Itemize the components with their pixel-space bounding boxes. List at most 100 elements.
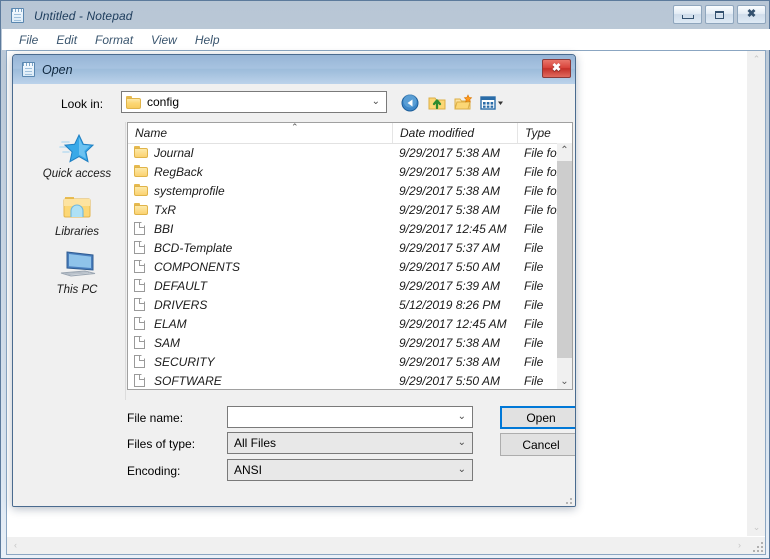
table-row[interactable]: SAM 9/29/2017 5:38 AM File	[128, 333, 557, 352]
dialog-close-button[interactable]: ✖	[542, 59, 571, 78]
column-header-date-modified[interactable]: Date modified	[392, 123, 517, 143]
look-in-combobox[interactable]: config ⌄	[121, 91, 387, 113]
file-rows: Journal 9/29/2017 5:38 AM File fol RegBack 9…	[128, 143, 557, 389]
files-of-type-combobox[interactable]: All Files ⌄	[227, 432, 473, 454]
chevron-down-icon[interactable]: ⌄	[372, 97, 380, 107]
folder-icon	[134, 164, 148, 179]
cancel-button[interactable]: Cancel	[500, 433, 575, 456]
notepad-icon	[11, 7, 27, 24]
close-icon: ✖	[746, 8, 757, 20]
dialog-resize-grip[interactable]	[562, 494, 572, 504]
new-folder-icon[interactable]	[453, 93, 473, 113]
table-row[interactable]: SOFTWARE 9/29/2017 5:50 AM File	[128, 371, 557, 389]
chevron-down-icon[interactable]: ⌄	[458, 465, 466, 475]
cell-date-modified: 9/29/2017 5:38 AM	[399, 145, 500, 160]
cell-date-modified: 9/29/2017 5:38 AM	[399, 183, 500, 198]
cell-name: DEFAULT	[134, 278, 394, 293]
maximize-button[interactable]	[705, 5, 734, 24]
dialog-toolbar	[401, 91, 503, 115]
table-row[interactable]: ELAM 9/29/2017 12:45 AM File	[128, 314, 557, 333]
cell-date-modified: 9/29/2017 12:45 AM	[399, 316, 507, 331]
file-name: SOFTWARE	[154, 373, 222, 388]
place-item-this-pc[interactable]: This PC	[29, 248, 125, 296]
place-item-quick-access[interactable]: Quick access	[29, 132, 125, 180]
cell-type: File	[524, 297, 544, 312]
table-row[interactable]: RegBack 9/29/2017 5:38 AM File fol	[128, 162, 557, 181]
chevron-down-icon[interactable]: ⌄	[458, 438, 466, 448]
file-list-vertical-scrollbar[interactable]: ⌃ ⌄	[557, 143, 572, 389]
scroll-down-icon[interactable]: ⌄	[557, 377, 572, 387]
menu-item-view[interactable]: View	[142, 31, 186, 49]
encoding-label: Encoding:	[127, 464, 181, 478]
look-in-row: Look in: config ⌄	[13, 90, 575, 118]
notepad-vertical-scrollbar[interactable]: ⌃ ⌄	[747, 51, 765, 536]
file-name-label: File name:	[127, 411, 184, 425]
close-button[interactable]: ✖	[737, 5, 766, 24]
file-name: ELAM	[154, 316, 187, 331]
dialog-title: Open	[42, 62, 73, 77]
table-row[interactable]: SECURITY 9/29/2017 5:38 AM File	[128, 352, 557, 371]
place-item-libraries[interactable]: Libraries	[29, 190, 125, 238]
minimize-button[interactable]	[673, 5, 702, 24]
table-row[interactable]: BBI 9/29/2017 12:45 AM File	[128, 219, 557, 238]
scroll-down-icon[interactable]: ⌄	[748, 523, 765, 532]
notepad-titlebar[interactable]: Untitled - Notepad	[2, 2, 770, 29]
scroll-left-icon[interactable]: ‹	[7, 541, 24, 550]
table-row[interactable]: DEFAULT 9/29/2017 5:39 AM File	[128, 276, 557, 295]
file-list[interactable]: Name ⌃ Date modified Type Journal 9/29/20…	[127, 122, 573, 390]
cell-type: File	[524, 335, 544, 350]
sort-ascending-icon: ⌃	[291, 122, 299, 132]
notepad-horizontal-scrollbar[interactable]: ‹ ›	[7, 537, 748, 554]
this-pc-monitor-icon	[29, 248, 125, 282]
cell-type: File fol	[524, 164, 557, 179]
file-name: RegBack	[154, 164, 203, 179]
files-of-type-label: Files of type:	[127, 437, 196, 451]
dialog-titlebar[interactable]: Open	[13, 55, 575, 85]
table-row[interactable]: TxR 9/29/2017 5:38 AM File fol	[128, 200, 557, 219]
menu-item-edit[interactable]: Edit	[47, 31, 86, 49]
file-icon	[134, 240, 148, 255]
window-title: Untitled - Notepad	[34, 8, 133, 23]
files-of-type-value: All Files	[234, 436, 277, 450]
window-controls: ✖	[673, 5, 766, 24]
cell-name: Journal	[134, 145, 394, 160]
open-button[interactable]: Open	[500, 406, 575, 429]
encoding-combobox[interactable]: ANSI ⌄	[227, 459, 473, 481]
menu-item-help[interactable]: Help	[186, 31, 229, 49]
place-label: Quick access	[42, 168, 112, 180]
cell-type: File	[524, 259, 544, 274]
file-name: SECURITY	[154, 354, 215, 369]
back-icon[interactable]	[401, 93, 421, 113]
column-header-name[interactable]: Name	[128, 123, 392, 143]
encoding-value: ANSI	[234, 463, 263, 477]
cell-date-modified: 9/29/2017 5:50 AM	[399, 259, 500, 274]
up-one-level-icon[interactable]	[427, 93, 447, 113]
place-label: Libraries	[54, 226, 100, 238]
scroll-up-icon[interactable]: ⌃	[557, 146, 572, 156]
table-row[interactable]: Journal 9/29/2017 5:38 AM File fol	[128, 143, 557, 162]
file-name: systemprofile	[154, 183, 225, 198]
table-row[interactable]: BCD-Template 9/29/2017 5:37 AM File	[128, 238, 557, 257]
views-icon[interactable]	[479, 93, 505, 113]
file-icon	[134, 316, 148, 331]
close-icon: ✖	[551, 62, 562, 74]
table-row[interactable]: DRIVERS 5/12/2019 8:26 PM File	[128, 295, 557, 314]
cell-name: COMPONENTS	[134, 259, 394, 274]
scroll-right-icon[interactable]: ›	[731, 541, 748, 550]
cell-type: File	[524, 240, 544, 255]
menu-item-file[interactable]: File	[10, 31, 47, 49]
chevron-down-icon[interactable]: ⌄	[458, 412, 466, 422]
cell-type: File	[524, 316, 544, 331]
cell-date-modified: 5/12/2019 8:26 PM	[399, 297, 501, 312]
notepad-resize-grip[interactable]	[748, 537, 765, 554]
table-row[interactable]: COMPONENTS 9/29/2017 5:50 AM File	[128, 257, 557, 276]
cell-date-modified: 9/29/2017 5:39 AM	[399, 278, 500, 293]
cell-name: BBI	[134, 221, 394, 236]
file-name-input[interactable]: ⌄	[227, 406, 473, 428]
menu-item-format[interactable]: Format	[86, 31, 142, 49]
column-header-type[interactable]: Type	[517, 123, 572, 143]
table-row[interactable]: systemprofile 9/29/2017 5:38 AM File fol	[128, 181, 557, 200]
scrollbar-thumb[interactable]	[557, 161, 572, 358]
cell-date-modified: 9/29/2017 5:38 AM	[399, 164, 500, 179]
scroll-up-icon[interactable]: ⌃	[748, 55, 765, 64]
